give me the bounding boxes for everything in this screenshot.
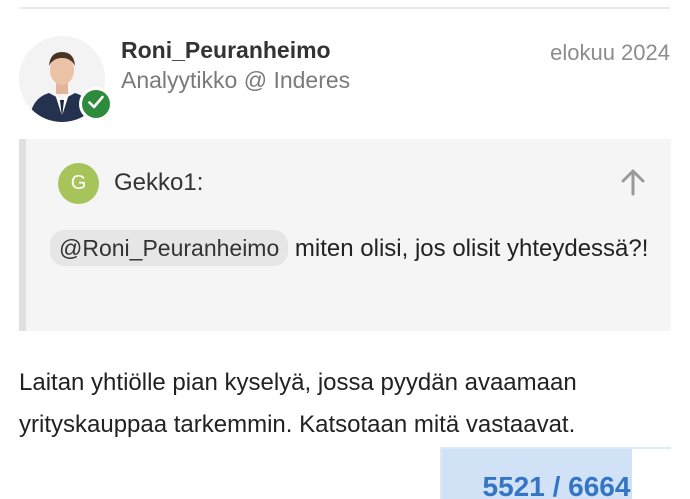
author-title: Analyytikko @ Inderes [121, 67, 351, 93]
author-username[interactable]: Roni_Peuranheimo [121, 37, 331, 64]
quote-author-avatar[interactable]: G [58, 163, 99, 204]
arrow-up-icon[interactable] [619, 167, 647, 197]
verified-badge [79, 87, 113, 121]
post-date[interactable]: elokuu 2024 [550, 40, 670, 66]
quote-block: G Gekko1: @Roni_Peuranheimo miten olisi,… [19, 139, 671, 331]
quote-author-name: Gekko1: [114, 169, 204, 196]
quote-author-initial: G [70, 172, 87, 194]
mention-link[interactable]: @Roni_Peuranheimo [50, 230, 289, 266]
quote-message: miten olisi, jos olisit yhteydessä?! [288, 235, 649, 262]
author-avatar[interactable] [19, 36, 113, 122]
post-body: Laitan yhtiölle pian kyselyä, jossa pyyd… [19, 369, 577, 438]
timeline-progress[interactable]: 5521 / 6664 [440, 447, 671, 499]
quote-text: @Roni_Peuranheimo miten olisi, jos olisi… [50, 228, 660, 270]
timeline-progress-label: 5521 / 6664 [482, 471, 631, 499]
top-divider [20, 7, 670, 9]
check-icon [88, 95, 104, 114]
